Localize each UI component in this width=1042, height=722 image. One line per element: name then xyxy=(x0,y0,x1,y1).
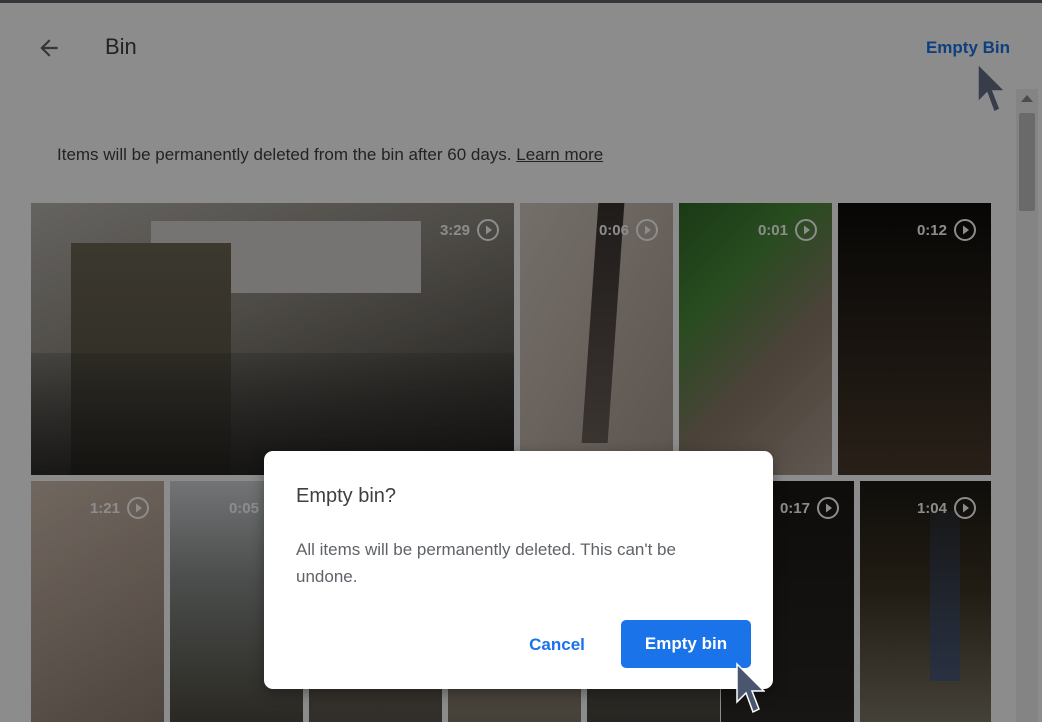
confirm-empty-bin-button[interactable]: Empty bin xyxy=(621,620,751,668)
empty-bin-dialog: Empty bin? All items will be permanently… xyxy=(264,451,773,689)
dialog-title: Empty bin? xyxy=(296,485,397,507)
dialog-message: All items will be permanently deleted. T… xyxy=(296,540,676,586)
cancel-button[interactable]: Cancel xyxy=(509,623,605,667)
